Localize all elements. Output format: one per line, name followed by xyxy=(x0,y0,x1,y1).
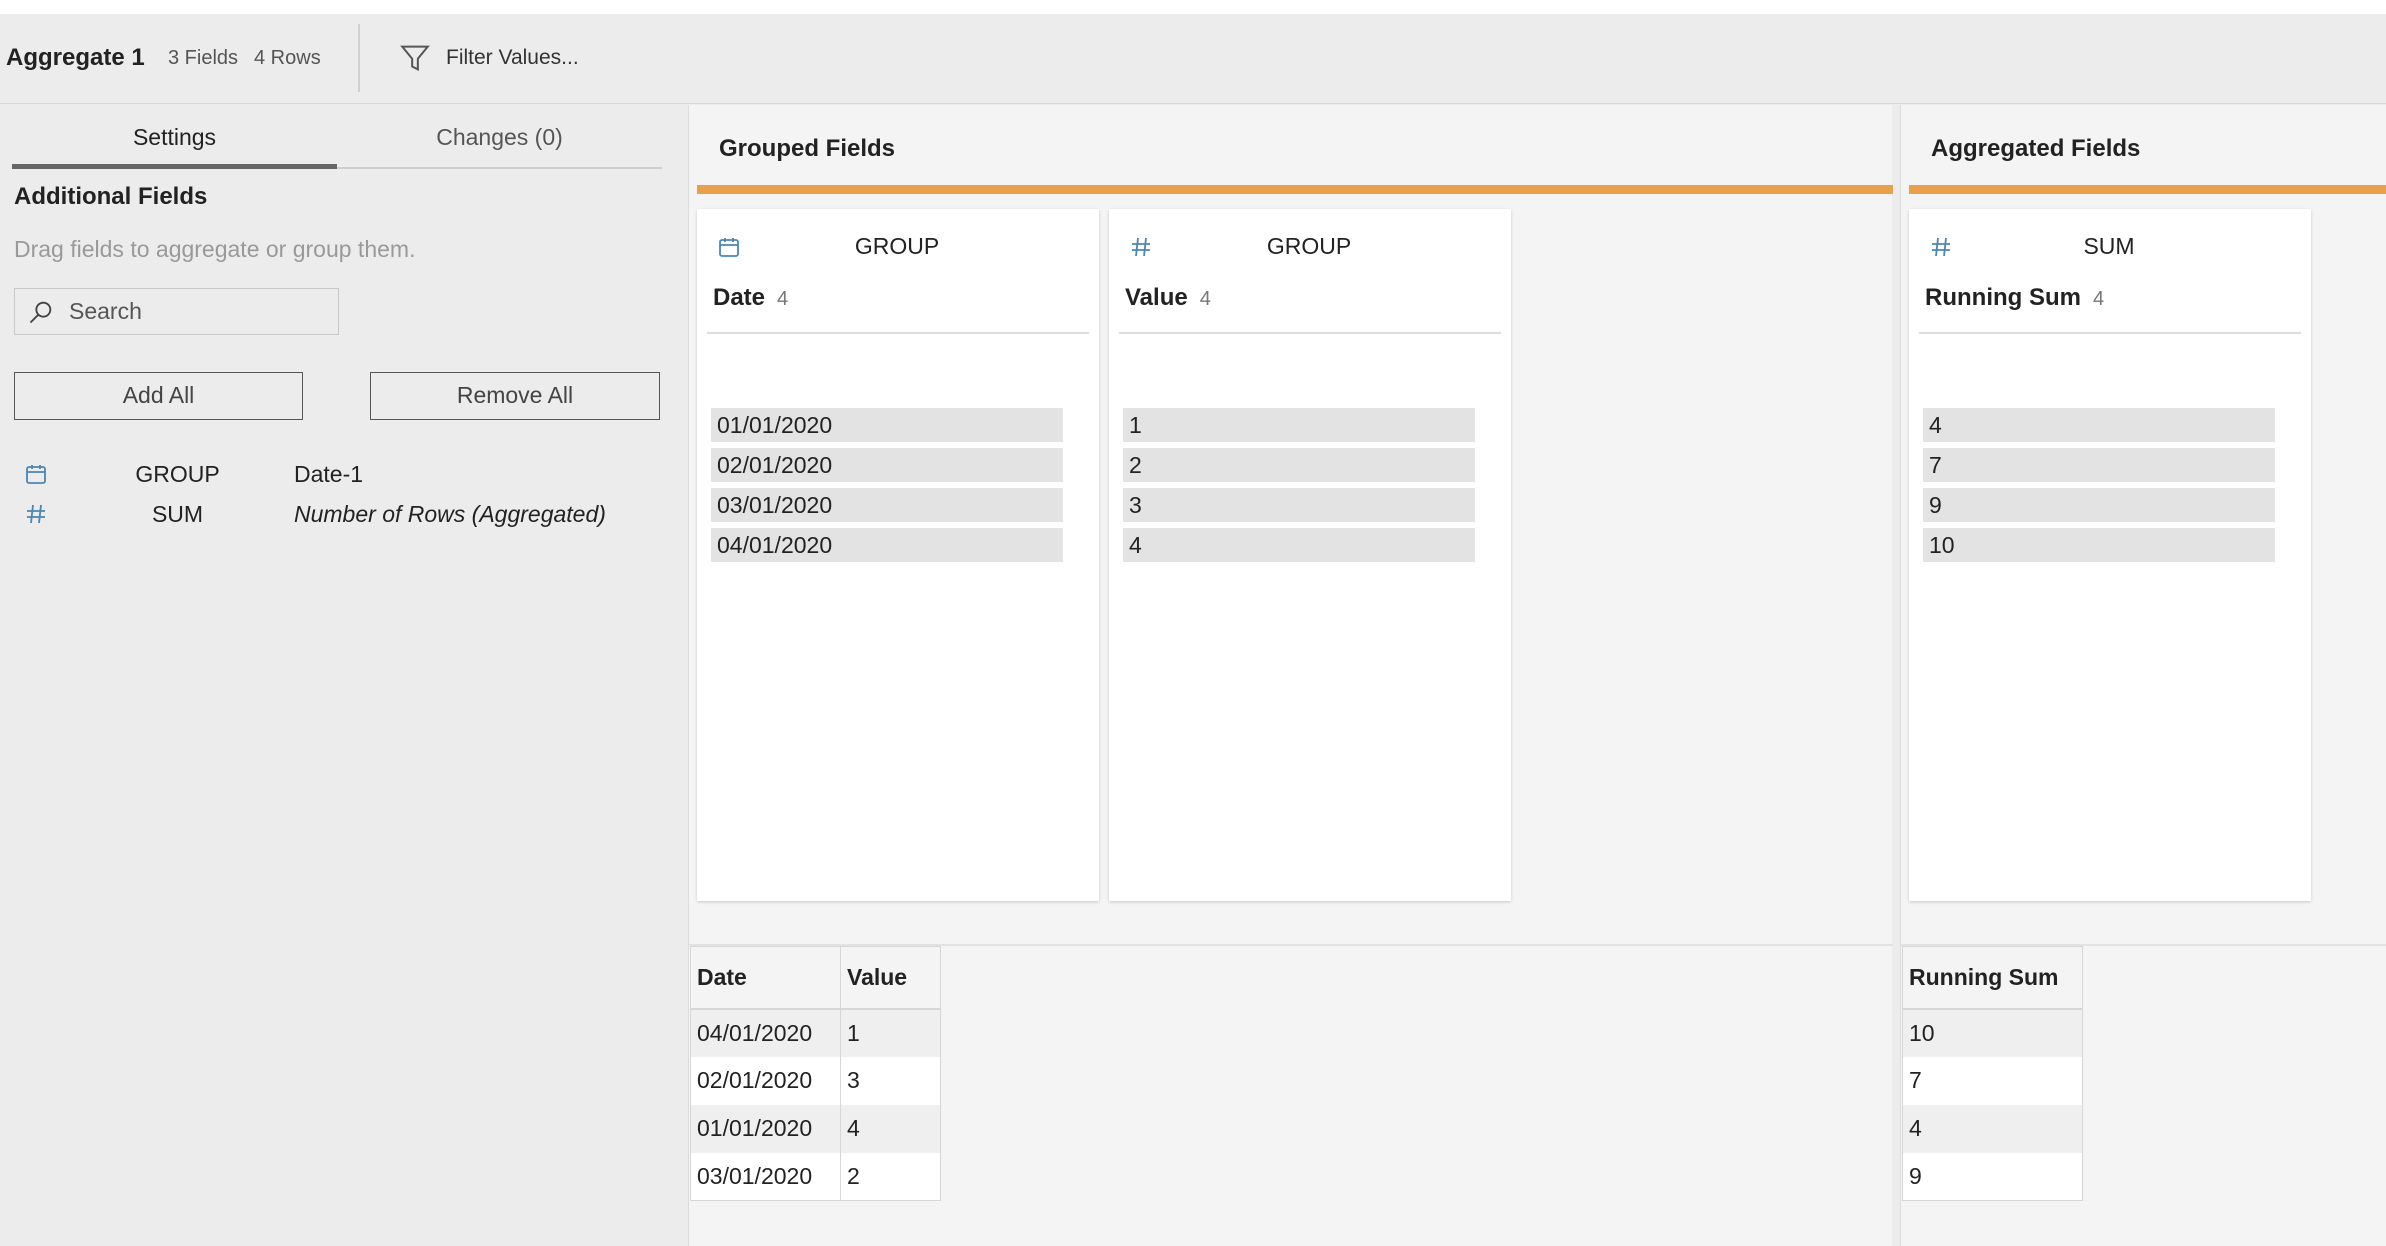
card-distinct-count: 4 xyxy=(2092,288,2105,310)
card-field-name: Running Sum 4 xyxy=(1925,284,2104,312)
value-bar[interactable]: 2 xyxy=(1123,448,1475,482)
field-aggregation: GROUP xyxy=(135,461,220,487)
filter-values-label: Filter Values... xyxy=(446,46,579,69)
step-title: Aggregate 1 xyxy=(6,44,145,71)
grouped-fields-pane: Grouped Fields GROUP Date 4 01/01/2020 02… xyxy=(688,105,1893,1246)
table-cell: 2 xyxy=(840,1152,941,1201)
field-row-number-of-rows[interactable]: SUM Number of Rows (Aggregated) xyxy=(0,495,680,533)
fields-count: 3 Fields xyxy=(168,47,239,69)
number-icon xyxy=(27,504,45,524)
search-icon xyxy=(29,301,52,323)
field-row-date-1[interactable]: GROUP Date-1 xyxy=(0,455,680,493)
value-bar[interactable]: 4 xyxy=(1123,528,1475,562)
table-cell: 01/01/2020 xyxy=(690,1104,841,1153)
card-divider xyxy=(707,332,1089,334)
aggregated-data-grid: Running Sum 10 7 4 9 xyxy=(1902,946,2083,1201)
field-name: Date-1 xyxy=(294,461,364,487)
table-row: 10 xyxy=(1902,1008,2083,1057)
aggregated-fields-pane: Aggregated Fields SUM Running Sum 4 4 7 9… xyxy=(1900,105,2386,1246)
tab-changes[interactable]: Changes (0) xyxy=(337,117,662,169)
table-row: 4 xyxy=(1902,1104,2083,1153)
search-box[interactable] xyxy=(14,288,339,335)
value-bar[interactable]: 04/01/2020 xyxy=(711,528,1063,562)
profile-card-running-sum[interactable]: SUM Running Sum 4 4 7 9 10 xyxy=(1909,209,2311,901)
number-icon xyxy=(1932,237,1950,257)
grouped-data-grid: Date Value 04/01/2020 1 02/01/2020 3 01/… xyxy=(690,946,941,1201)
profile-card-value[interactable]: GROUP Value 4 1 2 3 4 xyxy=(1109,209,1511,901)
card-divider xyxy=(1919,332,2301,334)
grouped-fields-accent-bar xyxy=(697,185,1893,194)
table-cell: 7 xyxy=(1902,1056,2083,1105)
card-divider xyxy=(1119,332,1501,334)
value-bar[interactable]: 01/01/2020 xyxy=(711,408,1063,442)
card-aggregation: SUM xyxy=(2083,233,2135,259)
card-distinct-count: 4 xyxy=(777,288,789,310)
card-aggregation: GROUP xyxy=(1266,233,1352,259)
value-bar[interactable]: 10 xyxy=(1923,528,2275,562)
filter-icon xyxy=(400,45,430,71)
table-row: 03/01/2020 2 xyxy=(690,1152,941,1201)
tab-settings[interactable]: Settings xyxy=(12,117,337,169)
grouped-fields-title: Grouped Fields xyxy=(719,135,896,162)
table-cell: 4 xyxy=(1902,1104,2083,1153)
number-icon xyxy=(1132,237,1150,257)
filter-values-button[interactable]: Filter Values... xyxy=(398,40,579,76)
additional-fields-heading: Additional Fields xyxy=(14,183,208,210)
calendar-icon xyxy=(26,465,46,484)
card-field-name: Date 4 xyxy=(713,284,788,312)
search-input[interactable] xyxy=(69,298,319,325)
value-bar[interactable]: 7 xyxy=(1923,448,2275,482)
drag-hint-text: Drag fields to aggregate or group them. xyxy=(14,236,416,262)
card-field-label: Running Sum xyxy=(1925,284,2081,311)
table-cell: 04/01/2020 xyxy=(690,1008,841,1057)
table-cell: 1 xyxy=(840,1008,941,1057)
remove-all-button[interactable]: Remove All xyxy=(370,372,660,420)
value-list: 4 7 9 10 xyxy=(1923,408,2275,568)
aggregated-fields-accent-bar xyxy=(1909,185,2386,194)
value-bar[interactable]: 02/01/2020 xyxy=(711,448,1063,482)
table-row: 04/01/2020 1 xyxy=(690,1008,941,1057)
value-bar[interactable]: 1 xyxy=(1123,408,1475,442)
field-aggregation: SUM xyxy=(151,501,204,527)
value-bar[interactable]: 4 xyxy=(1923,408,2275,442)
value-bar[interactable]: 9 xyxy=(1923,488,2275,522)
window-top-strip xyxy=(0,0,2386,14)
settings-panel: Settings Changes (0) Additional Fields D… xyxy=(0,105,680,1246)
table-row: 7 xyxy=(1902,1056,2083,1105)
card-field-label: Value xyxy=(1125,284,1188,311)
table-cell: 03/01/2020 xyxy=(690,1152,841,1201)
column-header-value[interactable]: Value xyxy=(840,946,941,1010)
card-field-label: Date xyxy=(713,284,766,311)
table-cell: 4 xyxy=(840,1104,941,1153)
profile-card-date[interactable]: GROUP Date 4 01/01/2020 02/01/2020 03/01/… xyxy=(697,209,1099,901)
column-header-date[interactable]: Date xyxy=(690,946,841,1010)
card-aggregation: GROUP xyxy=(854,233,940,259)
table-cell: 9 xyxy=(1902,1152,2083,1201)
value-bar[interactable]: 3 xyxy=(1123,488,1475,522)
column-header-running-sum[interactable]: Running Sum xyxy=(1902,946,2083,1010)
value-list: 01/01/2020 02/01/2020 03/01/2020 04/01/2… xyxy=(711,408,1063,568)
table-cell: 10 xyxy=(1902,1008,2083,1057)
card-field-name: Value 4 xyxy=(1125,284,1211,312)
rows-count: 4 Rows xyxy=(254,47,321,69)
add-all-button[interactable]: Add All xyxy=(14,372,303,420)
value-list: 1 2 3 4 xyxy=(1123,408,1475,568)
table-row: 9 xyxy=(1902,1152,2083,1201)
table-row: 02/01/2020 3 xyxy=(690,1056,941,1105)
card-distinct-count: 4 xyxy=(1199,288,1211,310)
step-header-bar: Aggregate 1 3 Fields 4 Rows Filter Value… xyxy=(0,14,2386,104)
aggregated-fields-title: Aggregated Fields xyxy=(1931,135,2141,162)
field-name: Number of Rows (Aggregated) xyxy=(294,501,606,527)
table-row: 01/01/2020 4 xyxy=(690,1104,941,1153)
header-divider xyxy=(358,24,360,92)
value-bar[interactable]: 03/01/2020 xyxy=(711,488,1063,522)
calendar-icon xyxy=(719,238,739,257)
table-cell: 02/01/2020 xyxy=(690,1056,841,1105)
table-cell: 3 xyxy=(840,1056,941,1105)
